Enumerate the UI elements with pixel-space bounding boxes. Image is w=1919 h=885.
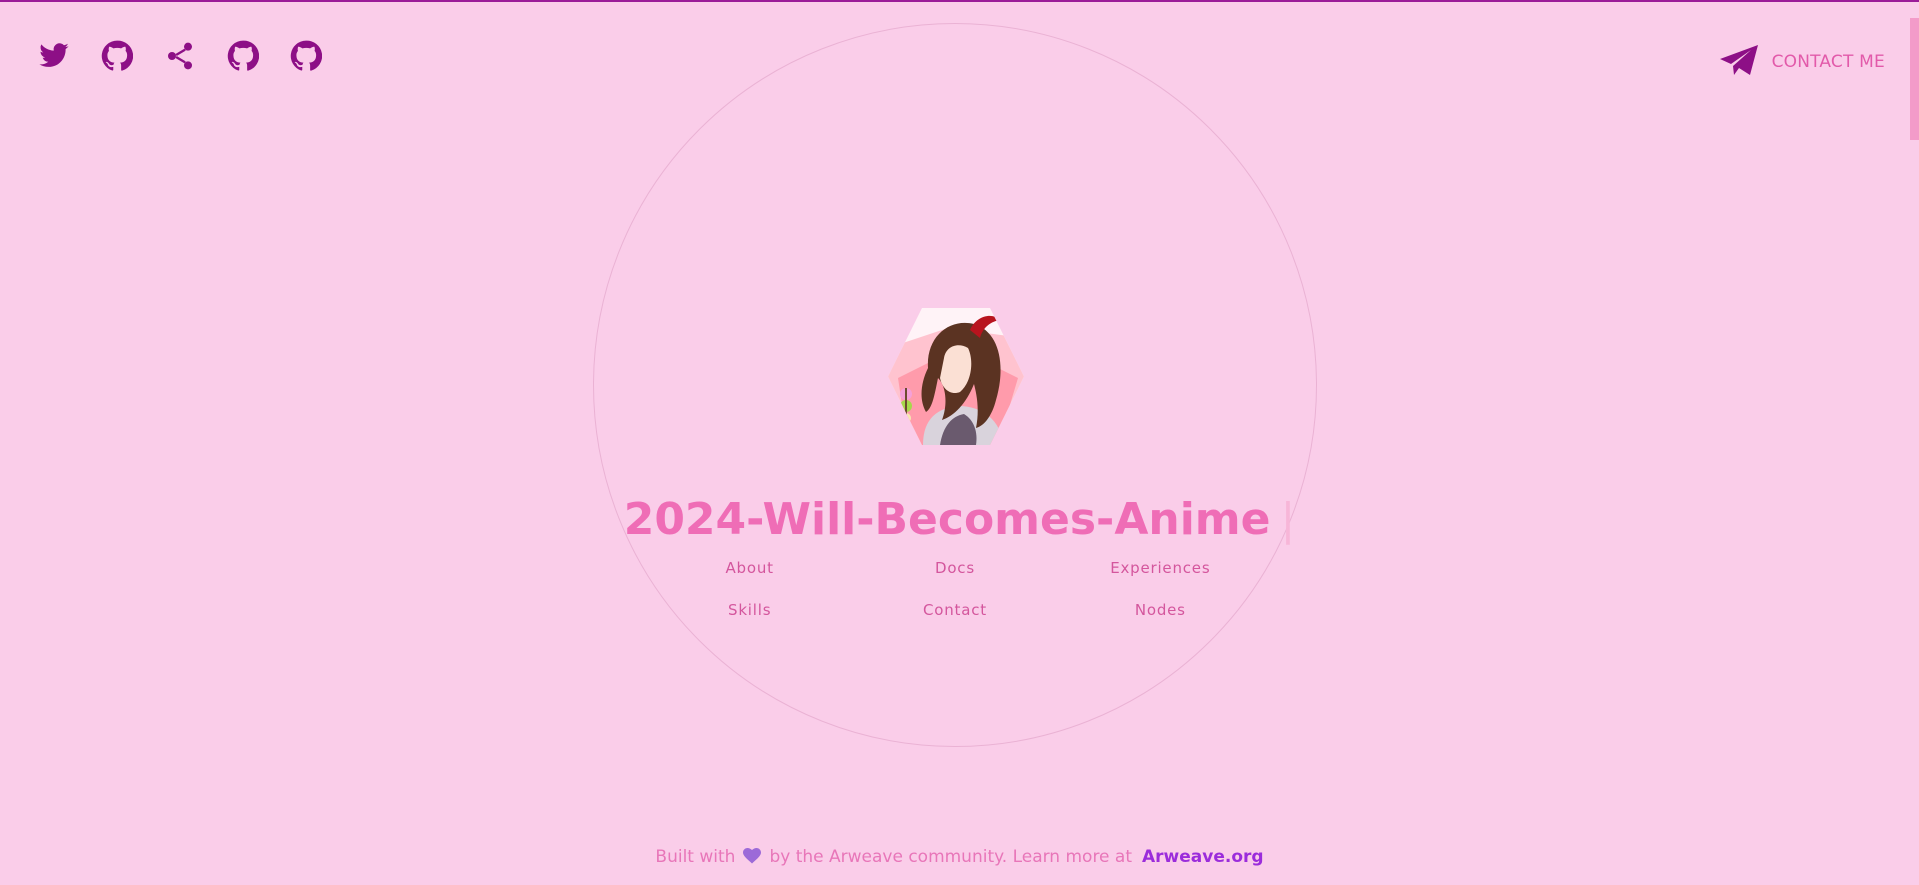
share-icon[interactable] — [164, 40, 196, 72]
typing-cursor: | — [1280, 494, 1296, 545]
nav-contact[interactable]: Contact — [852, 600, 1057, 621]
footer-prefix: Built with — [655, 847, 736, 867]
contact-me-button[interactable]: CONTACT ME — [1719, 44, 1885, 80]
nav-skills[interactable]: Skills — [647, 600, 852, 621]
main-nav: About Docs Experiences Skills Contact No… — [647, 558, 1263, 621]
twitter-icon[interactable] — [38, 40, 70, 72]
page: CONTACT ME 2024-Will-Becomes-Anime | Abou… — [0, 0, 1919, 885]
github-icon[interactable] — [227, 40, 259, 72]
paper-plane-icon — [1719, 44, 1758, 80]
footer: Built with by the Arweave community. Lear… — [0, 847, 1919, 867]
footer-middle: by the Arweave community. Learn more at — [769, 847, 1133, 867]
nav-nodes[interactable]: Nodes — [1058, 600, 1263, 621]
nav-about[interactable]: About — [647, 558, 852, 579]
arweave-link[interactable]: Arweave.org — [1142, 847, 1264, 867]
contact-me-label: CONTACT ME — [1771, 52, 1885, 72]
title-text: 2024-Will-Becomes-Anime — [623, 494, 1271, 545]
top-border — [0, 0, 1919, 2]
nav-experiences[interactable]: Experiences — [1058, 558, 1263, 579]
nav-docs[interactable]: Docs — [852, 558, 1057, 579]
github-icon[interactable] — [290, 40, 322, 72]
github-icon[interactable] — [101, 40, 133, 72]
page-title: 2024-Will-Becomes-Anime | — [0, 494, 1919, 545]
heart-icon — [743, 848, 762, 864]
social-links — [38, 40, 322, 72]
scrollbar-thumb[interactable] — [1910, 18, 1919, 140]
